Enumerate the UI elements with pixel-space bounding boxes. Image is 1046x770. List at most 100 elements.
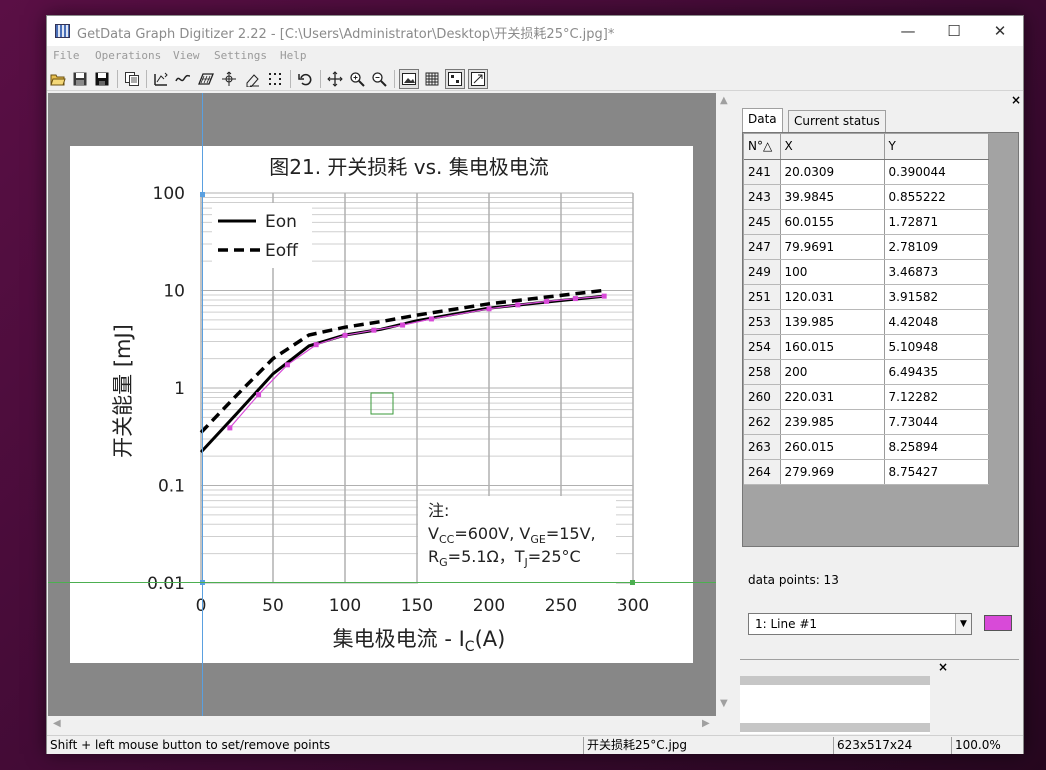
zoom-out-icon[interactable] bbox=[369, 69, 389, 89]
digitized-point[interactable] bbox=[515, 302, 521, 308]
digitize-area-icon[interactable] bbox=[196, 69, 216, 89]
index-cell[interactable]: 241 bbox=[744, 159, 781, 185]
save-icon[interactable] bbox=[70, 69, 90, 89]
index-cell[interactable]: 254 bbox=[744, 334, 781, 360]
index-cell[interactable]: 253 bbox=[744, 309, 781, 335]
digitized-point[interactable] bbox=[572, 296, 578, 302]
menu-settings[interactable]: Settings bbox=[214, 49, 267, 62]
x-cell[interactable]: 239.985 bbox=[780, 409, 885, 435]
table-row[interactable]: 264 279.969 8.75427 bbox=[744, 459, 989, 485]
y-cell[interactable]: 3.46873 bbox=[884, 259, 989, 285]
index-cell[interactable]: 260 bbox=[744, 384, 781, 410]
digitized-point[interactable] bbox=[342, 332, 348, 338]
scroll-left-icon[interactable]: ◀ bbox=[53, 718, 61, 729]
vertical-scrollbar[interactable]: ▲ ▼ bbox=[716, 93, 733, 716]
digitized-point[interactable] bbox=[486, 306, 492, 312]
digitized-point[interactable] bbox=[428, 316, 434, 322]
digitized-point[interactable] bbox=[371, 327, 377, 333]
x-cell[interactable]: 120.031 bbox=[780, 284, 885, 310]
table-row[interactable]: 251 120.031 3.91582 bbox=[744, 284, 989, 310]
digitized-point[interactable] bbox=[400, 322, 406, 328]
title-bar[interactable]: GetData Graph Digitizer 2.22 - [C:\Users… bbox=[47, 16, 1023, 46]
line-select[interactable]: 1: Line #1 ▼ bbox=[748, 613, 972, 635]
digitized-point[interactable] bbox=[313, 342, 319, 348]
y-cell[interactable]: 3.91582 bbox=[884, 284, 989, 310]
menu-help[interactable]: Help bbox=[280, 49, 307, 62]
y-cell[interactable]: 8.75427 bbox=[884, 459, 989, 485]
y-cell[interactable]: 2.78109 bbox=[884, 234, 989, 260]
panel-close-icon[interactable]: × bbox=[1011, 93, 1021, 107]
table-row[interactable]: 247 79.9691 2.78109 bbox=[744, 234, 989, 260]
show-grid-icon[interactable] bbox=[422, 69, 442, 89]
chevron-down-icon[interactable]: ▼ bbox=[955, 614, 971, 634]
scroll-right-icon[interactable]: ▶ bbox=[702, 718, 710, 729]
table-row[interactable]: 243 39.9845 0.855222 bbox=[744, 184, 989, 210]
grid-capture-icon[interactable] bbox=[265, 69, 285, 89]
undo-icon[interactable] bbox=[295, 69, 315, 89]
column-header-y[interactable]: Y bbox=[884, 134, 989, 160]
table-row[interactable]: 249 100 3.46873 bbox=[744, 259, 989, 285]
maximize-button[interactable]: ☐ bbox=[931, 16, 977, 46]
index-cell[interactable]: 243 bbox=[744, 184, 781, 210]
table-row[interactable]: 262 239.985 7.73044 bbox=[744, 409, 989, 435]
table-row[interactable]: 260 220.031 7.12282 bbox=[744, 384, 989, 410]
y-cell[interactable]: 0.855222 bbox=[884, 184, 989, 210]
x-cell[interactable]: 279.969 bbox=[780, 459, 885, 485]
image-canvas[interactable]: 图21. 开关损耗 vs. 集电极电流 100 10 1 0.1 0.01 0 50 100… bbox=[48, 93, 716, 716]
open-icon[interactable] bbox=[48, 69, 68, 89]
x-cell[interactable]: 260.015 bbox=[780, 434, 885, 460]
digitized-point[interactable] bbox=[227, 425, 233, 431]
copy-icon[interactable] bbox=[122, 69, 142, 89]
point-capture-icon[interactable] bbox=[219, 69, 239, 89]
tab-current-status[interactable]: Current status bbox=[788, 110, 886, 132]
y-cell[interactable]: 8.25894 bbox=[884, 434, 989, 460]
x-cell[interactable]: 60.0155 bbox=[780, 209, 885, 235]
x-axis-max-point[interactable] bbox=[630, 580, 635, 585]
save-all-icon[interactable] bbox=[92, 69, 112, 89]
x-cell[interactable]: 200 bbox=[780, 359, 885, 385]
x-cell[interactable]: 160.015 bbox=[780, 334, 885, 360]
fit-window-icon[interactable] bbox=[468, 69, 488, 89]
y-cell[interactable]: 6.49435 bbox=[884, 359, 989, 385]
show-image-icon[interactable] bbox=[399, 69, 419, 89]
y-cell[interactable]: 5.10948 bbox=[884, 334, 989, 360]
pan-icon[interactable] bbox=[325, 69, 345, 89]
y-cell[interactable]: 1.72871 bbox=[884, 209, 989, 235]
close-button[interactable]: ✕ bbox=[977, 16, 1023, 46]
menu-file[interactable]: File bbox=[53, 49, 80, 62]
minimize-button[interactable]: — bbox=[885, 16, 931, 46]
x-cell[interactable]: 139.985 bbox=[780, 309, 885, 335]
x-axis-line[interactable] bbox=[48, 582, 716, 583]
x-cell[interactable]: 220.031 bbox=[780, 384, 885, 410]
y-cell[interactable]: 4.42048 bbox=[884, 309, 989, 335]
table-row[interactable]: 258 200 6.49435 bbox=[744, 359, 989, 385]
x-cell[interactable]: 20.0309 bbox=[780, 159, 885, 185]
scroll-down-icon[interactable]: ▼ bbox=[720, 698, 728, 709]
y-cell[interactable]: 7.73044 bbox=[884, 409, 989, 435]
show-points-icon[interactable] bbox=[445, 69, 465, 89]
data-table[interactable]: N°△ X Y 241 20.0309 0.390044 243 39.9845 0.85… bbox=[744, 134, 989, 485]
preview-close-icon[interactable]: × bbox=[938, 660, 948, 674]
digitized-point[interactable] bbox=[284, 362, 290, 368]
index-cell[interactable]: 249 bbox=[744, 259, 781, 285]
digitized-point[interactable] bbox=[256, 392, 262, 398]
table-row[interactable]: 254 160.015 5.10948 bbox=[744, 334, 989, 360]
zoom-in-icon[interactable] bbox=[347, 69, 367, 89]
y-axis-line[interactable] bbox=[202, 93, 203, 716]
column-header-x[interactable]: X bbox=[780, 134, 885, 160]
y-axis-max-point[interactable] bbox=[200, 192, 205, 197]
scroll-up-icon[interactable]: ▲ bbox=[720, 95, 728, 106]
index-cell[interactable]: 245 bbox=[744, 209, 781, 235]
table-row[interactable]: 241 20.0309 0.390044 bbox=[744, 159, 989, 185]
digitized-point[interactable] bbox=[544, 298, 550, 304]
index-cell[interactable]: 264 bbox=[744, 459, 781, 485]
tab-data[interactable]: Data bbox=[742, 108, 783, 132]
y-cell[interactable]: 7.12282 bbox=[884, 384, 989, 410]
index-cell[interactable]: 263 bbox=[744, 434, 781, 460]
x-cell[interactable]: 79.9691 bbox=[780, 234, 885, 260]
x-cell[interactable]: 39.9845 bbox=[780, 184, 885, 210]
table-row[interactable]: 245 60.0155 1.72871 bbox=[744, 209, 989, 235]
column-header-index[interactable]: N°△ bbox=[744, 134, 781, 160]
digitized-point[interactable] bbox=[601, 293, 607, 299]
x-cell[interactable]: 100 bbox=[780, 259, 885, 285]
